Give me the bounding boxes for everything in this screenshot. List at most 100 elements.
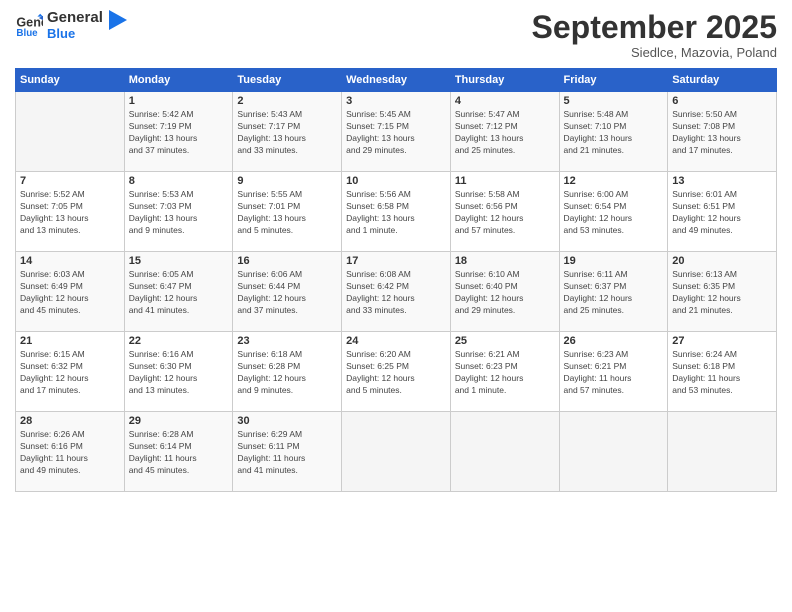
day-number: 6 (672, 95, 772, 107)
month-title: September 2025 (532, 10, 777, 45)
calendar-cell: 25Sunrise: 6:21 AMSunset: 6:23 PMDayligh… (450, 332, 559, 412)
calendar-cell: 21Sunrise: 6:15 AMSunset: 6:32 PMDayligh… (16, 332, 125, 412)
day-number: 18 (455, 255, 555, 267)
day-info: Sunrise: 6:24 AMSunset: 6:18 PMDaylight:… (672, 349, 772, 397)
day-info: Sunrise: 5:43 AMSunset: 7:17 PMDaylight:… (237, 109, 337, 157)
logo: General Blue General Blue (15, 10, 127, 41)
calendar-cell: 18 Sunrise: 6:10 AMSunset: 6:40 PMDayligh… (450, 252, 559, 332)
day-number: 2 (237, 95, 337, 107)
day-info: Sunrise: 5:48 AMSunset: 7:10 PMDaylight:… (564, 109, 664, 157)
day-number: 22 (129, 335, 229, 347)
calendar-cell: 10 Sunrise: 5:56 AMSunset: 6:58 PMDayligh… (342, 172, 451, 252)
calendar-cell (668, 412, 777, 492)
day-number: 16 (237, 255, 337, 267)
calendar-cell: 23 Sunrise: 6:18 AMSunset: 6:28 PMDayligh… (233, 332, 342, 412)
day-info: Sunrise: 5:55 AMSunset: 7:01 PMDaylight:… (237, 189, 337, 237)
day-info: Sunrise: 6:03 AMSunset: 6:49 PMDaylight:… (20, 269, 120, 317)
header-tuesday: Tuesday (233, 69, 342, 92)
header-thursday: Thursday (450, 69, 559, 92)
logo-text-blue: Blue (47, 27, 103, 41)
day-info: Sunrise: 6:05 AMSunset: 6:47 PMDaylight:… (129, 269, 229, 317)
day-number: 26 (564, 335, 664, 347)
day-info: Sunrise: 5:56 AMSunset: 6:58 PMDaylight:… (346, 189, 446, 237)
day-info: Sunrise: 6:18 AMSunset: 6:28 PMDaylight:… (237, 349, 337, 397)
day-info: Sunrise: 6:08 AMSunset: 6:42 PMDaylight:… (346, 269, 446, 317)
calendar-cell: 27 Sunrise: 6:24 AMSunset: 6:18 PMDayligh… (668, 332, 777, 412)
day-number: 13 (672, 175, 772, 187)
day-number: 5 (564, 95, 664, 107)
day-number: 19 (564, 255, 664, 267)
day-number: 10 (346, 175, 446, 187)
day-info: Sunrise: 6:00 AMSunset: 6:54 PMDaylight:… (564, 189, 664, 237)
day-info: Sunrise: 5:50 AMSunset: 7:08 PMDaylight:… (672, 109, 772, 157)
title-block: September 2025 Siedlce, Mazovia, Poland (532, 10, 777, 60)
day-number: 27 (672, 335, 772, 347)
calendar-table: SundayMondayTuesdayWednesdayThursdayFrid… (15, 68, 777, 492)
day-number: 20 (672, 255, 772, 267)
calendar-cell: 24Sunrise: 6:20 AMSunset: 6:25 PMDayligh… (342, 332, 451, 412)
day-number: 3 (346, 95, 446, 107)
week-row-3: 14 Sunrise: 6:03 AMSunset: 6:49 PMDayligh… (16, 252, 777, 332)
calendar-cell: 22 Sunrise: 6:16 AMSunset: 6:30 PMDayligh… (124, 332, 233, 412)
svg-text:General: General (16, 16, 43, 30)
page: General Blue General Blue September 2025… (0, 0, 792, 612)
week-row-5: 28 Sunrise: 6:26 AMSunset: 6:16 PMDayligh… (16, 412, 777, 492)
day-info: Sunrise: 5:53 AMSunset: 7:03 PMDaylight:… (129, 189, 229, 237)
calendar-cell: 6 Sunrise: 5:50 AMSunset: 7:08 PMDaylight… (668, 92, 777, 172)
calendar-cell: 17 Sunrise: 6:08 AMSunset: 6:42 PMDayligh… (342, 252, 451, 332)
calendar-header-row: SundayMondayTuesdayWednesdayThursdayFrid… (16, 69, 777, 92)
calendar-cell: 20Sunrise: 6:13 AMSunset: 6:35 PMDayligh… (668, 252, 777, 332)
header: General Blue General Blue September 2025… (15, 10, 777, 60)
calendar-cell: 3 Sunrise: 5:45 AMSunset: 7:15 PMDaylight… (342, 92, 451, 172)
calendar-cell: 11Sunrise: 5:58 AMSunset: 6:56 PMDayligh… (450, 172, 559, 252)
week-row-1: 1Sunrise: 5:42 AMSunset: 7:19 PMDaylight… (16, 92, 777, 172)
week-row-2: 7 Sunrise: 5:52 AMSunset: 7:05 PMDaylight… (16, 172, 777, 252)
calendar-cell (559, 412, 668, 492)
logo-chevron-icon (109, 10, 127, 30)
day-number: 7 (20, 175, 120, 187)
day-number: 9 (237, 175, 337, 187)
location-subtitle: Siedlce, Mazovia, Poland (532, 45, 777, 60)
day-info: Sunrise: 6:28 AMSunset: 6:14 PMDaylight:… (129, 429, 229, 477)
day-info: Sunrise: 6:16 AMSunset: 6:30 PMDaylight:… (129, 349, 229, 397)
calendar-cell: 7 Sunrise: 5:52 AMSunset: 7:05 PMDaylight… (16, 172, 125, 252)
day-number: 24 (346, 335, 446, 347)
calendar-cell: 19 Sunrise: 6:11 AMSunset: 6:37 PMDayligh… (559, 252, 668, 332)
calendar-cell: 30Sunrise: 6:29 AMSunset: 6:11 PMDayligh… (233, 412, 342, 492)
day-number: 12 (564, 175, 664, 187)
calendar-cell: 9 Sunrise: 5:55 AMSunset: 7:01 PMDaylight… (233, 172, 342, 252)
day-info: Sunrise: 6:15 AMSunset: 6:32 PMDaylight:… (20, 349, 120, 397)
day-number: 17 (346, 255, 446, 267)
calendar-cell: 28 Sunrise: 6:26 AMSunset: 6:16 PMDayligh… (16, 412, 125, 492)
day-info: Sunrise: 6:01 AMSunset: 6:51 PMDaylight:… (672, 189, 772, 237)
calendar-cell: 5 Sunrise: 5:48 AMSunset: 7:10 PMDaylight… (559, 92, 668, 172)
day-info: Sunrise: 5:52 AMSunset: 7:05 PMDaylight:… (20, 189, 120, 237)
calendar-cell: 12 Sunrise: 6:00 AMSunset: 6:54 PMDayligh… (559, 172, 668, 252)
day-number: 8 (129, 175, 229, 187)
calendar-cell (450, 412, 559, 492)
header-monday: Monday (124, 69, 233, 92)
week-row-4: 21Sunrise: 6:15 AMSunset: 6:32 PMDayligh… (16, 332, 777, 412)
calendar-cell: 8 Sunrise: 5:53 AMSunset: 7:03 PMDaylight… (124, 172, 233, 252)
day-info: Sunrise: 6:06 AMSunset: 6:44 PMDaylight:… (237, 269, 337, 317)
day-info: Sunrise: 6:21 AMSunset: 6:23 PMDaylight:… (455, 349, 555, 397)
day-number: 28 (20, 415, 120, 427)
day-number: 15 (129, 255, 229, 267)
header-saturday: Saturday (668, 69, 777, 92)
calendar-cell: 15 Sunrise: 6:05 AMSunset: 6:47 PMDayligh… (124, 252, 233, 332)
day-info: Sunrise: 5:45 AMSunset: 7:15 PMDaylight:… (346, 109, 446, 157)
day-number: 23 (237, 335, 337, 347)
day-info: Sunrise: 6:11 AMSunset: 6:37 PMDaylight:… (564, 269, 664, 317)
calendar-cell: 29 Sunrise: 6:28 AMSunset: 6:14 PMDayligh… (124, 412, 233, 492)
day-info: Sunrise: 5:42 AMSunset: 7:19 PMDaylight:… (129, 109, 229, 157)
day-number: 14 (20, 255, 120, 267)
day-info: Sunrise: 6:26 AMSunset: 6:16 PMDaylight:… (20, 429, 120, 477)
day-number: 29 (129, 415, 229, 427)
day-info: Sunrise: 6:10 AMSunset: 6:40 PMDaylight:… (455, 269, 555, 317)
day-info: Sunrise: 6:23 AMSunset: 6:21 PMDaylight:… (564, 349, 664, 397)
calendar-cell (16, 92, 125, 172)
calendar-cell (342, 412, 451, 492)
header-wednesday: Wednesday (342, 69, 451, 92)
calendar-cell: 26 Sunrise: 6:23 AMSunset: 6:21 PMDayligh… (559, 332, 668, 412)
calendar-cell: 16 Sunrise: 6:06 AMSunset: 6:44 PMDayligh… (233, 252, 342, 332)
